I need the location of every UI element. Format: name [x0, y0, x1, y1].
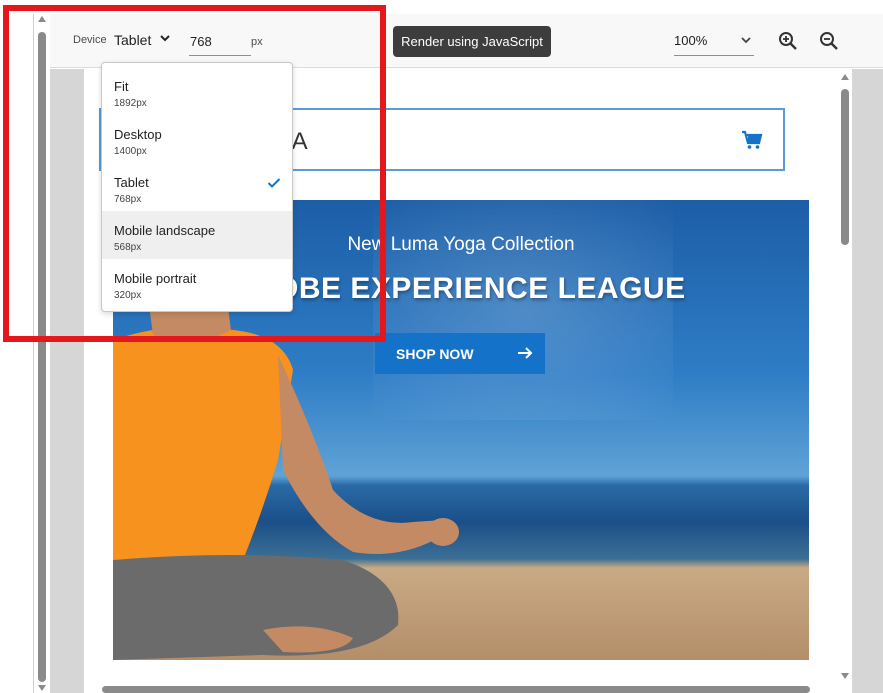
scroll-up-arrow-icon[interactable]	[841, 74, 849, 80]
option-size: 1400px	[114, 146, 147, 157]
zoom-value: 100%	[674, 33, 708, 48]
option-size: 320px	[114, 290, 142, 301]
yoga-model-image	[113, 260, 459, 660]
chevron-down-icon[interactable]	[158, 31, 172, 45]
chevron-down-icon	[741, 37, 751, 44]
hero-title: OBE EXPERIENCE LEAGUE	[275, 272, 686, 305]
scrollbar-thumb[interactable]	[841, 89, 849, 245]
checkmark-icon	[267, 178, 281, 188]
shop-now-label: SHOP NOW	[396, 345, 474, 362]
render-javascript-button[interactable]: Render using JavaScript	[393, 26, 551, 57]
zoom-in-icon[interactable]	[778, 31, 798, 51]
zoom-out-icon[interactable]	[819, 31, 839, 51]
width-input[interactable]	[189, 28, 251, 56]
scrollbar-thumb[interactable]	[38, 32, 46, 682]
option-name: Fit	[114, 79, 129, 94]
option-size: 568px	[114, 242, 142, 253]
shop-now-button[interactable]: SHOP NOW	[375, 333, 545, 374]
device-label: Device	[73, 34, 107, 46]
option-size: 768px	[114, 194, 142, 205]
cart-icon[interactable]	[741, 130, 763, 150]
option-name: Desktop	[114, 127, 162, 142]
scroll-down-arrow-icon[interactable]	[38, 685, 46, 691]
outer-vertical-scrollbar[interactable]	[33, 14, 49, 693]
option-name: Tablet	[114, 175, 149, 190]
option-size: 1892px	[114, 98, 147, 109]
preview-toolbar: Device Tablet px Render using JavaScript…	[50, 14, 883, 68]
arrow-right-icon	[518, 347, 533, 359]
device-option-mobile-landscape[interactable]: Mobile landscape 568px	[102, 211, 292, 259]
device-dropdown-menu: Fit 1892px Desktop 1400px Tablet 768px M…	[101, 62, 293, 312]
preview-vertical-scrollbar[interactable]	[838, 69, 852, 693]
option-name: Mobile landscape	[114, 223, 216, 238]
scrollbar-thumb[interactable]	[102, 686, 810, 693]
preview-horizontal-scrollbar[interactable]	[84, 683, 838, 693]
device-select[interactable]: Tablet	[114, 32, 151, 48]
device-option-tablet[interactable]: Tablet 768px	[102, 163, 292, 211]
option-name: Mobile portrait	[114, 271, 197, 286]
device-option-mobile-portrait[interactable]: Mobile portrait 320px	[102, 259, 292, 307]
device-option-desktop[interactable]: Desktop 1400px	[102, 115, 292, 163]
device-option-fit[interactable]: Fit 1892px	[102, 67, 292, 115]
scroll-up-arrow-icon[interactable]	[38, 16, 46, 22]
zoom-select[interactable]: 100%	[674, 28, 754, 56]
app-root: Device Tablet px Render using JavaScript…	[0, 0, 883, 693]
scroll-down-arrow-icon[interactable]	[841, 673, 849, 679]
width-unit-label: px	[251, 36, 263, 48]
